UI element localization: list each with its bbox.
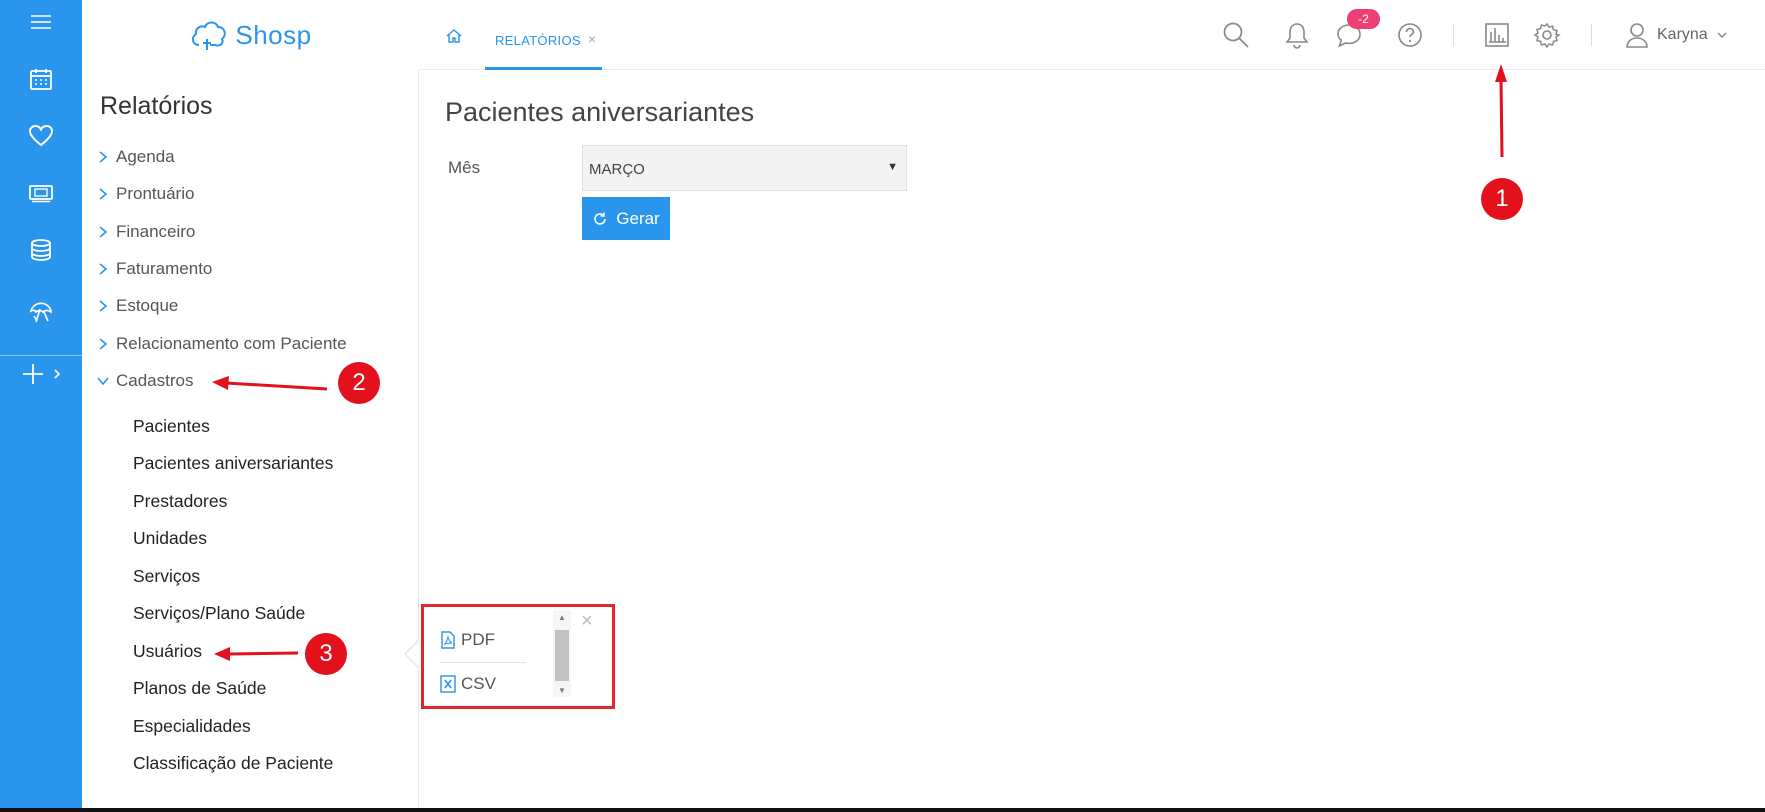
app: Shosp Relatórios Agenda Prontuário Finan… — [0, 0, 1765, 812]
annotation-marker-3: 3 — [305, 633, 347, 675]
bottom-border — [0, 808, 1765, 812]
annotation-marker-1: 1 — [1481, 178, 1523, 220]
annotation-arrows — [212, 64, 1507, 661]
annotation-marker-2: 2 — [338, 362, 380, 404]
